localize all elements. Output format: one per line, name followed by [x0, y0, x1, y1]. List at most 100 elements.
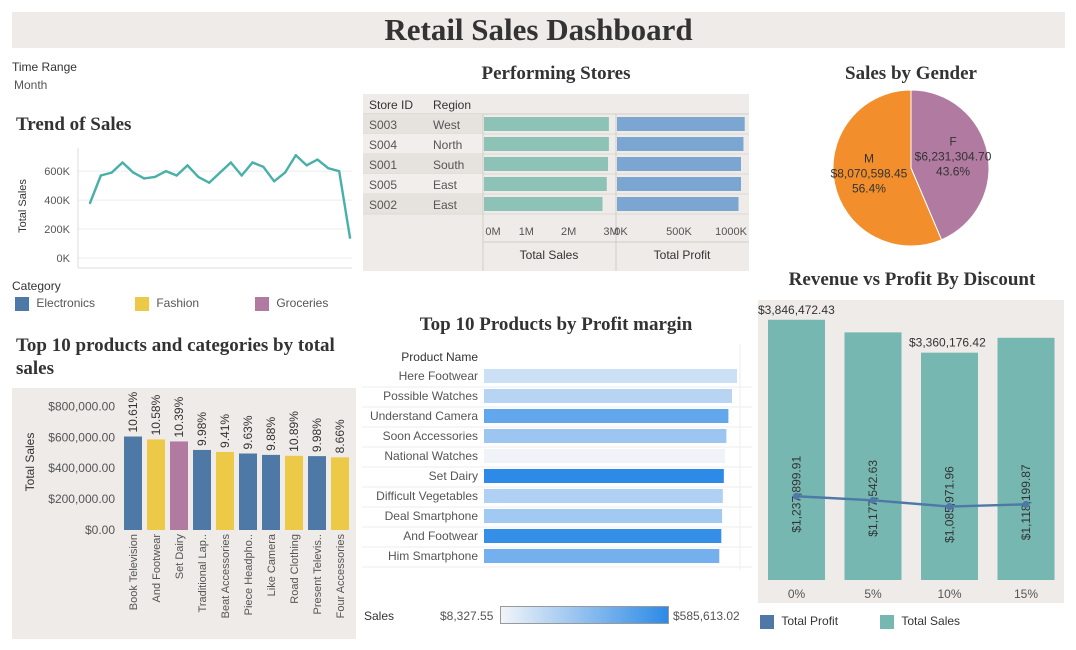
top10cat-bar — [308, 456, 326, 530]
y-tick-label: $600,000.00 — [48, 430, 115, 444]
top10cat-category-label: Four Accessories — [335, 534, 347, 619]
discount-chart: $3,846,472.430%$1,237,899.915%$1,177,542… — [758, 303, 1055, 601]
top10margin-bar — [484, 469, 724, 483]
top10cat-data-label: 9.98% — [310, 418, 324, 452]
stores-col-store: Store ID — [369, 98, 413, 112]
trend-point — [164, 169, 168, 173]
top10margin-category-label: Possible Watches — [383, 389, 478, 403]
legend-label: Fashion — [156, 296, 200, 310]
top10cat-bar — [216, 451, 234, 530]
legend-item-fashion[interactable]: Fashion — [135, 296, 199, 311]
top10margin-bar — [484, 509, 723, 523]
top10cat-data-label: 10.39% — [172, 396, 186, 437]
top10cat-data-label: 10.61% — [126, 391, 140, 432]
sales-gradient-bar — [500, 606, 669, 624]
time-range-label: Time Range — [12, 60, 77, 74]
discount-profit-point — [793, 492, 800, 500]
store-region: North — [433, 138, 462, 152]
top10margin-category-label: Set Dairy — [429, 469, 478, 483]
discount-profit-line — [796, 495, 1027, 508]
sales-gradient-min: $8,327.55 — [440, 609, 494, 623]
profit-axis-label: Total Profit — [654, 248, 711, 262]
profit-axis-tick: 1000K — [715, 226, 747, 238]
trend-point — [132, 171, 135, 174]
top10cat-chart: Total Sales $0.00 $200,000.00 $400,000.00 $6… — [23, 391, 349, 619]
category-legend-title: Category — [12, 279, 61, 293]
top10cat-bar — [170, 441, 188, 530]
trend-point — [175, 174, 178, 177]
sales-axis-tick: 1M — [519, 226, 534, 238]
store-profit-bar — [617, 137, 744, 151]
discount-title: Revenue vs Profit By Discount — [788, 269, 1036, 290]
legend-item-groceries[interactable]: Groceries — [255, 296, 328, 311]
top10margin-category-label: Understand Camera — [370, 409, 478, 423]
discount-legend-sales[interactable]: Total Sales — [880, 614, 960, 629]
top10cat-data-label: 9.98% — [195, 412, 209, 446]
pie-value-label: $6,231,304.70 — [915, 149, 992, 163]
store-id: S004 — [369, 138, 397, 152]
y-tick-label: 400K — [44, 195, 70, 207]
y-tick-label: $0.00 — [85, 523, 115, 537]
top10margin-category-label: Difficult Vegetables — [376, 489, 478, 503]
trend-point — [262, 165, 265, 169]
trend-point — [316, 158, 319, 161]
discount-legend-profit[interactable]: Total Profit — [760, 614, 838, 629]
trend-point — [348, 236, 352, 239]
pie-label: F — [949, 134, 956, 148]
stores-title: Performing Stores — [481, 63, 631, 84]
top10margin-column: Product Name — [401, 350, 478, 364]
legend-label: Electronics — [36, 296, 96, 310]
top10cat-ylabel: Total Sales — [23, 433, 37, 492]
time-range-value[interactable]: Month — [14, 78, 47, 92]
store-sales-bar — [484, 117, 609, 131]
stores-col-region: Region — [433, 98, 471, 112]
top10cat-category-label: Book Television — [128, 534, 140, 610]
trend-point — [99, 174, 103, 177]
discount-sales-bar — [997, 337, 1055, 580]
top10cat-category-label: And Footwear — [151, 534, 163, 603]
trend-ylabel: Total Sales — [17, 179, 29, 233]
top10cat-data-label: 9.41% — [218, 414, 232, 448]
pie-pct-label: 43.6% — [936, 164, 970, 178]
top10cat-category-label: Traditional Lap.. — [197, 534, 209, 612]
discount-profit-point — [1022, 500, 1030, 508]
store-sales-bar — [484, 197, 603, 211]
top10cat-data-label: 9.88% — [264, 417, 278, 451]
legend-label: Total Sales — [901, 614, 961, 628]
top10margin-category-label: National Watches — [384, 449, 478, 463]
y-tick-label: $800,000.00 — [48, 399, 115, 413]
legend-swatch — [15, 296, 29, 311]
trend-point — [88, 201, 92, 205]
store-id: S002 — [369, 198, 397, 212]
legend-swatch — [760, 614, 774, 629]
trend-point — [240, 174, 243, 177]
top10cat-category-label: Set Dairy — [174, 534, 186, 580]
store-profit-bar — [617, 177, 741, 191]
top10margin-bar — [484, 449, 726, 463]
legend-item-electronics[interactable]: Electronics — [15, 296, 95, 311]
top10cat-bar — [147, 439, 165, 530]
store-id: S001 — [369, 158, 397, 172]
top10cat-bar — [331, 457, 349, 530]
discount-profit-point — [869, 496, 877, 504]
top10margin-category-label: Deal Smartphone — [385, 509, 479, 523]
top10margin-bar — [484, 489, 723, 503]
top10margin-category-label: And Footwear — [403, 529, 478, 543]
top10cat-category-label: Beat Accessories — [220, 534, 232, 619]
discount-sales-bar — [844, 332, 902, 580]
top10cat-title: Top 10 products and categories by total … — [16, 335, 335, 379]
trend-point — [121, 161, 124, 164]
discount-category-label: 15% — [1014, 587, 1038, 601]
top10cat-data-label: 9.63% — [241, 415, 255, 449]
trend-point — [153, 175, 157, 179]
top10margin-bar — [484, 369, 737, 383]
store-profit-bar — [617, 197, 739, 211]
title-bar: Retail Sales Dashboard — [12, 12, 1065, 48]
store-region: West — [433, 118, 461, 132]
discount-sales-bar — [768, 319, 825, 580]
store-sales-bar — [484, 137, 609, 151]
y-tick-label: 600K — [44, 166, 70, 178]
discount-sales-label: $3,360,176.42 — [909, 336, 986, 350]
top10cat-category-label: Present Televis.. — [312, 534, 324, 615]
trend-point — [110, 171, 113, 174]
